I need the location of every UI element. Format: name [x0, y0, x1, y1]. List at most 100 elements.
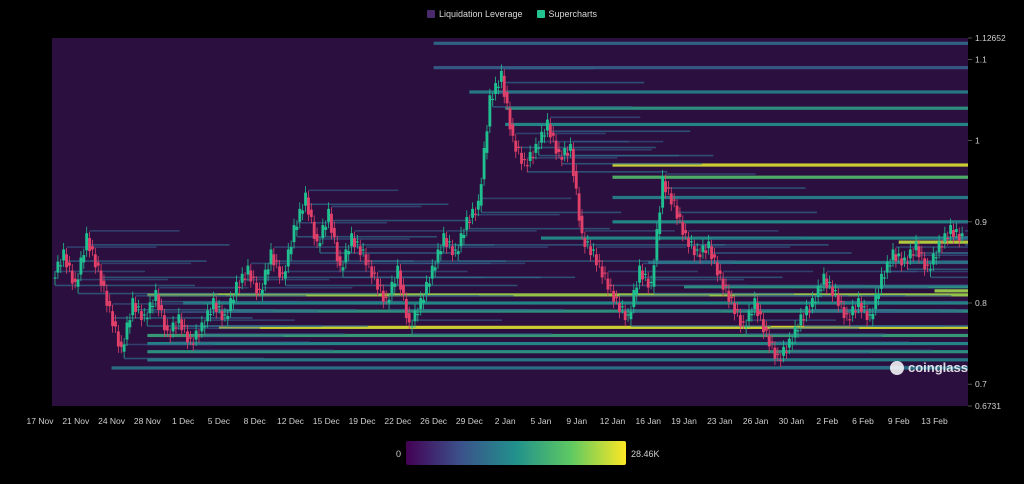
colorbar-min-label: 0 [396, 449, 402, 459]
candle-body [269, 249, 273, 265]
candle-body [462, 234, 466, 239]
liquidation-band [792, 349, 933, 352]
x-tick-label: 19 Jan [671, 416, 697, 426]
candle-body [445, 238, 449, 248]
candle-body [142, 314, 146, 316]
candle-body [422, 299, 426, 304]
liquidation-band [630, 325, 771, 327]
liquidation-band [723, 270, 814, 273]
candle-body [154, 290, 158, 301]
candle-body [96, 262, 100, 266]
candle-body [396, 265, 400, 279]
liquidation-band [412, 319, 503, 321]
candle-body [859, 303, 863, 312]
candle-body [122, 344, 126, 352]
candle-body [773, 347, 777, 359]
candle-body [790, 342, 794, 344]
candle-body [842, 307, 846, 319]
candle-body [497, 86, 500, 88]
candle-body [67, 262, 71, 266]
candle-body [505, 91, 509, 104]
candle-body [629, 311, 633, 320]
candle-body [813, 301, 817, 304]
liquidation-band [319, 238, 410, 240]
candle-body [76, 279, 80, 287]
candle-body [278, 266, 282, 278]
candle-body [603, 272, 607, 274]
candle-body [137, 306, 140, 308]
x-tick-label: 12 Jan [600, 416, 626, 426]
candle-body [200, 322, 204, 332]
heatmap-colorbar [406, 441, 626, 465]
candle-body [459, 233, 463, 247]
candle-body [779, 359, 783, 362]
candle-body [672, 199, 676, 201]
liquidation-band [872, 325, 968, 327]
candle-body [833, 290, 837, 292]
candle-body [868, 314, 872, 316]
candle-body [695, 249, 699, 251]
candle-body [338, 256, 342, 266]
candle-body [347, 251, 351, 255]
candle-body [272, 254, 276, 266]
candle-body [917, 246, 921, 258]
candle-body [373, 272, 377, 274]
candle-body [194, 330, 198, 340]
liquidation-band [239, 292, 380, 295]
candle-body [108, 300, 112, 307]
x-tick-label: 26 Dec [420, 416, 448, 426]
candle-body [471, 208, 474, 218]
candle-body [802, 319, 806, 321]
liquidation-band [296, 221, 387, 224]
x-tick-label: 28 Nov [134, 416, 162, 426]
candle-body [309, 209, 313, 217]
candle-body [738, 315, 742, 327]
candle-body [485, 131, 489, 153]
liquidation-heatmap-chart[interactable]: 1.12652 1.1 1 0.9 0.8 0.7 0.6731 17 Nov 21 Nov 24… [0, 0, 1024, 430]
liquidation-band [907, 254, 968, 257]
candle-body [560, 156, 564, 160]
candle-body [952, 229, 955, 237]
candle-body [643, 273, 647, 275]
candle-body [139, 311, 143, 321]
x-tick-label: 9 Jan [566, 416, 587, 426]
liquidation-band [550, 130, 691, 133]
liquidation-band [573, 140, 664, 143]
candle-body [286, 249, 290, 267]
liquidation-band [642, 276, 783, 279]
candle-body [787, 338, 791, 348]
candle-body [931, 253, 935, 265]
candle-body [566, 152, 570, 156]
candle-body [453, 249, 457, 251]
liquidation-band [941, 252, 968, 254]
candle-body [312, 221, 316, 239]
liquidation-band [101, 276, 242, 279]
liquidation-band [331, 219, 472, 222]
candle-body [211, 298, 215, 310]
liquidation-band [780, 351, 871, 354]
candle-body [281, 272, 284, 274]
candle-body [681, 221, 685, 235]
candle-body [600, 266, 604, 278]
candle-body [877, 293, 881, 299]
candle-body [188, 337, 192, 339]
coinglass-logo-icon [890, 360, 904, 375]
liquidation-band [216, 309, 357, 311]
candle-body [888, 265, 892, 267]
candle-body [298, 208, 302, 222]
candle-body [563, 147, 567, 155]
candle-body [736, 309, 739, 311]
candle-body [946, 238, 950, 240]
candle-body [499, 70, 503, 82]
liquidation-band [965, 230, 968, 232]
liquidation-band [193, 335, 284, 338]
candle-body [825, 278, 829, 288]
candle-body [318, 242, 322, 247]
candle-body [105, 290, 109, 306]
x-tick-label: 29 Dec [456, 416, 484, 426]
candle-body [580, 215, 584, 234]
x-tick-label: 26 Jan [743, 416, 769, 426]
candle-body [128, 320, 132, 328]
candle-body [831, 286, 834, 296]
liquidation-band [458, 260, 599, 262]
